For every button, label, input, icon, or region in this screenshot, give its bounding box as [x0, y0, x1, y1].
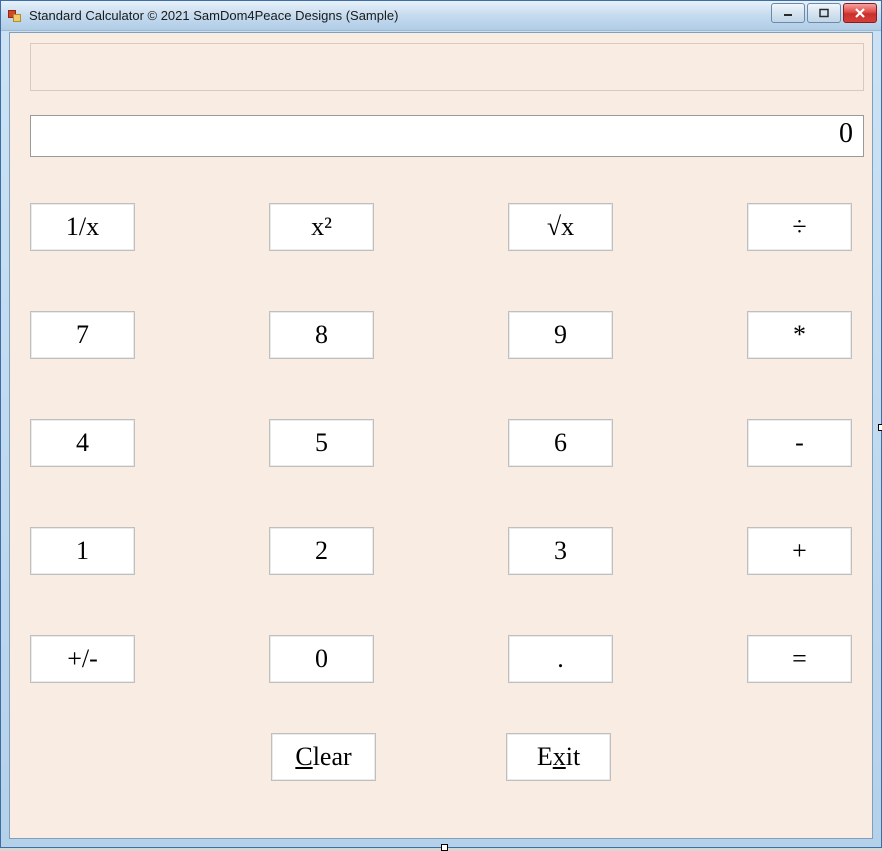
digit-2-button[interactable]: 2	[269, 527, 374, 575]
expression-display	[30, 43, 864, 91]
subtract-button[interactable]: -	[747, 419, 852, 467]
add-button[interactable]: +	[747, 527, 852, 575]
titlebar[interactable]: Standard Calculator © 2021 SamDom4Peace …	[1, 1, 881, 31]
result-display: 0	[30, 115, 864, 157]
digit-9-button[interactable]: 9	[508, 311, 613, 359]
negate-button[interactable]: +/-	[30, 635, 135, 683]
digit-6-button[interactable]: 6	[508, 419, 613, 467]
digit-7-button[interactable]: 7	[30, 311, 135, 359]
digit-4-button[interactable]: 4	[30, 419, 135, 467]
equals-button[interactable]: =	[747, 635, 852, 683]
divide-button[interactable]: ÷	[747, 203, 852, 251]
resize-handle-east[interactable]	[878, 424, 882, 431]
window-title: Standard Calculator © 2021 SamDom4Peace …	[29, 8, 398, 23]
clear-button[interactable]: Clear	[271, 733, 376, 781]
sqrt-button[interactable]: √x	[508, 203, 613, 251]
close-button[interactable]	[843, 3, 877, 23]
digit-5-button[interactable]: 5	[269, 419, 374, 467]
minimize-button[interactable]	[771, 3, 805, 23]
digit-0-button[interactable]: 0	[269, 635, 374, 683]
reciprocal-button[interactable]: 1/x	[30, 203, 135, 251]
app-icon	[7, 8, 23, 24]
exit-button[interactable]: Exit	[506, 733, 611, 781]
decimal-button[interactable]: .	[508, 635, 613, 683]
digit-8-button[interactable]: 8	[269, 311, 374, 359]
maximize-button[interactable]	[807, 3, 841, 23]
digit-3-button[interactable]: 3	[508, 527, 613, 575]
keypad: 1/x x² √x ÷ 7 8 9 * 4 5 6 - 1 2 3 +	[30, 203, 852, 818]
multiply-button[interactable]: *	[747, 311, 852, 359]
app-window: Standard Calculator © 2021 SamDom4Peace …	[0, 0, 882, 848]
digit-1-button[interactable]: 1	[30, 527, 135, 575]
window-controls	[771, 3, 877, 23]
square-button[interactable]: x²	[269, 203, 374, 251]
client-area: 0 1/x x² √x ÷ 7 8 9 * 4 5 6 - 1	[9, 32, 873, 839]
